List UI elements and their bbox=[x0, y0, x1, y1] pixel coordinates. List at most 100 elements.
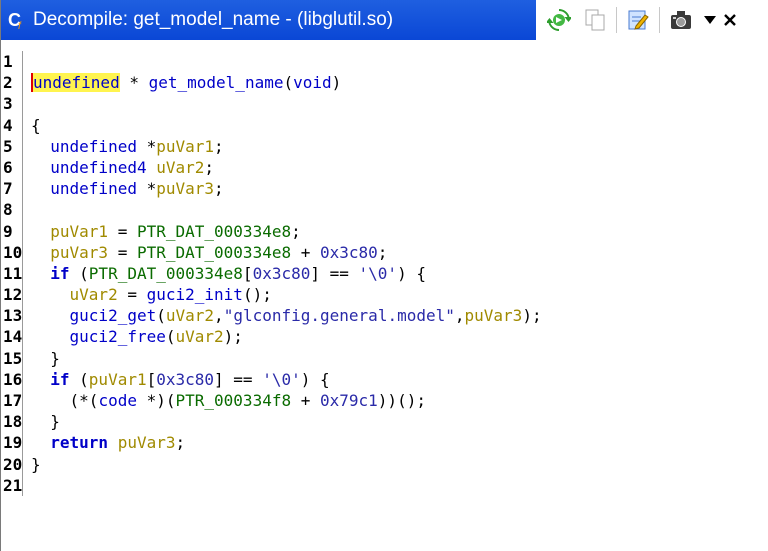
code-line[interactable]: 20} bbox=[1, 453, 768, 475]
code-token[interactable]: + bbox=[291, 243, 320, 262]
code-token[interactable]: , bbox=[214, 306, 224, 325]
title-bar[interactable]: C f Decompile: get_model_name - (libglut… bbox=[1, 0, 768, 40]
code-token[interactable]: 0x79c1 bbox=[320, 391, 378, 410]
code-token[interactable]: 0x3c80 bbox=[253, 264, 311, 283]
code-line[interactable]: 4{ bbox=[1, 114, 768, 136]
code-token[interactable]: puVar3 bbox=[465, 306, 523, 325]
code-token[interactable]: = bbox=[108, 243, 137, 262]
code-token[interactable]: guci2_init bbox=[147, 285, 243, 304]
code-token[interactable]: ; bbox=[204, 158, 214, 177]
code-token[interactable]: } bbox=[31, 412, 60, 431]
code-token[interactable]: uVar2 bbox=[156, 158, 204, 177]
code-token[interactable]: '\0' bbox=[359, 264, 398, 283]
code-token[interactable]: "glconfig.general.model" bbox=[224, 306, 455, 325]
code-token[interactable]: '\0' bbox=[262, 370, 301, 389]
code-token[interactable]: PTR_DAT_000334e8 bbox=[137, 222, 291, 241]
refresh-icon[interactable] bbox=[544, 6, 574, 34]
code-token[interactable] bbox=[108, 433, 118, 452]
code-token[interactable]: ) { bbox=[301, 370, 330, 389]
code-token[interactable]: PTR_DAT_000334e8 bbox=[137, 243, 291, 262]
code-token[interactable]: puVar3 bbox=[118, 433, 176, 452]
code-line[interactable]: 16 if (puVar1[0x3c80] == '\0') { bbox=[1, 368, 768, 390]
code-token[interactable]: ))(); bbox=[378, 391, 426, 410]
code-token[interactable]: puVar3 bbox=[156, 179, 214, 198]
code-token[interactable] bbox=[147, 158, 157, 177]
code-token[interactable]: ; bbox=[378, 243, 388, 262]
code-token[interactable]: { bbox=[31, 116, 41, 135]
code-token[interactable]: ( bbox=[70, 264, 89, 283]
code-line[interactable]: 2 undefined * get_model_name(void) bbox=[1, 72, 768, 94]
code-token[interactable]: ; bbox=[176, 433, 186, 452]
code-token[interactable]: 0x3c80 bbox=[320, 243, 378, 262]
code-token[interactable]: if bbox=[31, 264, 69, 283]
code-token[interactable]: *)( bbox=[137, 391, 176, 410]
code-line[interactable]: 8 bbox=[1, 199, 768, 221]
code-token[interactable]: ( bbox=[70, 370, 89, 389]
code-token[interactable]: undefined4 bbox=[31, 158, 146, 177]
code-token[interactable]: ) { bbox=[397, 264, 426, 283]
code-token[interactable]: ); bbox=[224, 327, 243, 346]
code-token[interactable]: guci2_get bbox=[31, 306, 157, 325]
code-token[interactable]: = bbox=[118, 285, 147, 304]
code-line[interactable]: 3 bbox=[1, 93, 768, 115]
code-token[interactable]: + bbox=[291, 391, 320, 410]
code-line[interactable]: 14 guci2_free(uVar2); bbox=[1, 326, 768, 348]
code-token[interactable]: uVar2 bbox=[31, 285, 118, 304]
code-token[interactable]: ] == bbox=[310, 264, 358, 283]
code-line[interactable]: 13 guci2_get(uVar2,"glconfig.general.mod… bbox=[1, 305, 768, 327]
code-token[interactable]: (*( bbox=[31, 391, 99, 410]
code-token[interactable]: undefined bbox=[31, 73, 120, 93]
code-token[interactable]: ; bbox=[214, 137, 224, 156]
code-line[interactable]: 5 undefined *puVar1; bbox=[1, 135, 768, 157]
code-token[interactable]: (); bbox=[243, 285, 272, 304]
code-token[interactable]: 0x3c80 bbox=[156, 370, 214, 389]
code-token[interactable]: ( bbox=[156, 306, 166, 325]
code-token[interactable]: undefined bbox=[31, 137, 137, 156]
snapshot-icon[interactable] bbox=[666, 6, 696, 34]
code-token[interactable]: , bbox=[455, 306, 465, 325]
code-token[interactable]: } bbox=[31, 349, 60, 368]
code-token[interactable]: uVar2 bbox=[176, 327, 224, 346]
code-token[interactable]: uVar2 bbox=[166, 306, 214, 325]
code-line[interactable]: 10 puVar3 = PTR_DAT_000334e8 + 0x3c80; bbox=[1, 241, 768, 263]
code-token[interactable]: PTR_DAT_000334e8 bbox=[89, 264, 243, 283]
code-token[interactable]: [ bbox=[147, 370, 157, 389]
code-token[interactable]: ( bbox=[283, 73, 293, 92]
code-token[interactable]: ) bbox=[332, 73, 342, 92]
code-token[interactable]: ( bbox=[166, 327, 176, 346]
code-line[interactable]: 1 bbox=[1, 51, 768, 73]
code-line[interactable]: 19 return puVar3; bbox=[1, 432, 768, 454]
code-token[interactable]: void bbox=[293, 73, 332, 92]
code-line[interactable]: 6 undefined4 uVar2; bbox=[1, 156, 768, 179]
code-token[interactable]: * bbox=[120, 73, 149, 92]
code-token[interactable]: ); bbox=[522, 306, 541, 325]
code-line[interactable]: 9 puVar1 = PTR_DAT_000334e8; bbox=[1, 220, 768, 242]
code-token[interactable]: ; bbox=[214, 179, 224, 198]
code-token[interactable]: guci2_free bbox=[31, 327, 166, 346]
code-token[interactable]: ] == bbox=[214, 370, 262, 389]
code-line[interactable]: 11 if (PTR_DAT_000334e8[0x3c80] == '\0')… bbox=[1, 262, 768, 285]
code-token[interactable]: = bbox=[108, 222, 137, 241]
code-token[interactable]: puVar1 bbox=[31, 222, 108, 241]
code-token[interactable]: if bbox=[31, 370, 69, 389]
code-token[interactable]: PTR_000334f8 bbox=[176, 391, 292, 410]
code-token[interactable]: [ bbox=[243, 264, 253, 283]
code-editor[interactable]: 1 2 undefined * get_model_name(void) 3 4{5 u… bbox=[1, 40, 768, 551]
code-token[interactable]: puVar1 bbox=[156, 137, 214, 156]
code-token[interactable]: get_model_name bbox=[149, 73, 284, 92]
code-token[interactable]: } bbox=[31, 455, 41, 474]
edit-icon[interactable] bbox=[623, 6, 653, 34]
copy-icon[interactable] bbox=[580, 6, 610, 34]
code-line[interactable]: 21 bbox=[1, 474, 768, 496]
code-token[interactable]: puVar3 bbox=[31, 243, 108, 262]
code-token[interactable]: undefined bbox=[31, 179, 137, 198]
code-token[interactable]: ; bbox=[291, 222, 301, 241]
close-icon[interactable] bbox=[722, 6, 738, 34]
code-line[interactable]: 15 } bbox=[1, 347, 768, 369]
code-token[interactable]: * bbox=[137, 137, 157, 156]
code-token[interactable]: puVar1 bbox=[89, 370, 147, 389]
code-line[interactable]: 12 uVar2 = guci2_init(); bbox=[1, 284, 768, 306]
dropdown-arrow-icon[interactable] bbox=[702, 6, 718, 34]
code-line[interactable]: 7 undefined *puVar3; bbox=[1, 178, 768, 200]
code-token[interactable]: code bbox=[98, 391, 137, 410]
